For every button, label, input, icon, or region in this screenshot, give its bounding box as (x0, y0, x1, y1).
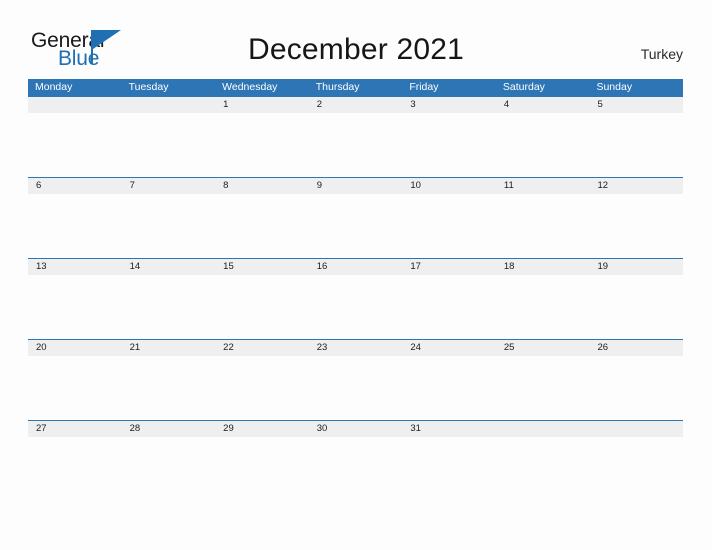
calendar-week-row: 6 7 8 9 10 11 12 (28, 177, 683, 258)
day-cell[interactable]: 23 (309, 340, 403, 356)
day-cell[interactable]: 8 (215, 178, 309, 194)
day-cell[interactable]: 25 (496, 340, 590, 356)
weekday-header-wednesday: Wednesday (222, 81, 278, 93)
page-header: General Blue December 2021 Turkey (0, 0, 712, 78)
week-date-band: 6 7 8 9 10 11 12 (28, 178, 683, 194)
day-cell[interactable]: 22 (215, 340, 309, 356)
weekday-header-row: Monday Tuesday Wednesday Thursday Friday… (28, 79, 683, 96)
calendar-grid: Monday Tuesday Wednesday Thursday Friday… (28, 79, 683, 501)
calendar-week-row: 1 2 3 4 5 (28, 96, 683, 177)
week-date-band: 13 14 15 16 17 18 19 (28, 259, 683, 275)
day-cell[interactable]: 4 (496, 97, 590, 113)
day-cell[interactable]: 11 (496, 178, 590, 194)
week-event-area[interactable] (28, 437, 683, 501)
day-cell[interactable]: 12 (589, 178, 683, 194)
weekday-header-sunday: Sunday (596, 81, 633, 93)
week-date-band: 20 21 22 23 24 25 26 (28, 340, 683, 356)
day-cell[interactable]: 15 (215, 259, 309, 275)
day-cell[interactable] (122, 97, 216, 113)
day-cell[interactable]: 10 (402, 178, 496, 194)
day-cell[interactable] (589, 421, 683, 437)
day-cell[interactable]: 17 (402, 259, 496, 275)
day-cell[interactable]: 13 (28, 259, 122, 275)
day-cell[interactable]: 30 (309, 421, 403, 437)
day-cell[interactable]: 14 (122, 259, 216, 275)
day-cell[interactable]: 29 (215, 421, 309, 437)
day-cell[interactable]: 21 (122, 340, 216, 356)
day-cell[interactable]: 19 (589, 259, 683, 275)
page-title: December 2021 (247, 33, 465, 66)
day-cell[interactable]: 7 (122, 178, 216, 194)
week-event-area[interactable] (28, 275, 683, 339)
weekday-header-friday: Friday (409, 81, 439, 93)
weekday-header-saturday: Saturday (502, 81, 545, 93)
day-cell[interactable] (28, 97, 122, 113)
day-cell[interactable]: 3 (402, 97, 496, 113)
day-cell[interactable]: 26 (589, 340, 683, 356)
calendar-week-row: 13 14 15 16 17 18 19 (28, 258, 683, 339)
region-label: Turkey (640, 46, 683, 62)
day-cell[interactable]: 2 (309, 97, 403, 113)
day-cell[interactable] (496, 421, 590, 437)
day-cell[interactable]: 31 (402, 421, 496, 437)
day-cell[interactable]: 28 (122, 421, 216, 437)
week-event-area[interactable] (28, 194, 683, 258)
week-event-area[interactable] (28, 113, 683, 177)
day-cell[interactable]: 9 (309, 178, 403, 194)
day-cell[interactable]: 27 (28, 421, 122, 437)
week-event-area[interactable] (28, 356, 683, 420)
weekday-header-thursday: Thursday (315, 81, 360, 93)
day-cell[interactable]: 5 (589, 97, 683, 113)
day-cell[interactable]: 20 (28, 340, 122, 356)
day-cell[interactable]: 18 (496, 259, 590, 275)
weekday-header-tuesday: Tuesday (128, 81, 169, 93)
day-cell[interactable]: 6 (28, 178, 122, 194)
week-date-band: 1 2 3 4 5 (28, 97, 683, 113)
day-cell[interactable]: 16 (309, 259, 403, 275)
calendar-week-row: 27 28 29 30 31 (28, 420, 683, 501)
day-cell[interactable]: 24 (402, 340, 496, 356)
calendar-week-row: 20 21 22 23 24 25 26 (28, 339, 683, 420)
day-cell[interactable]: 1 (215, 97, 309, 113)
week-date-band: 27 28 29 30 31 (28, 421, 683, 437)
weekday-header-monday: Monday (35, 81, 73, 93)
